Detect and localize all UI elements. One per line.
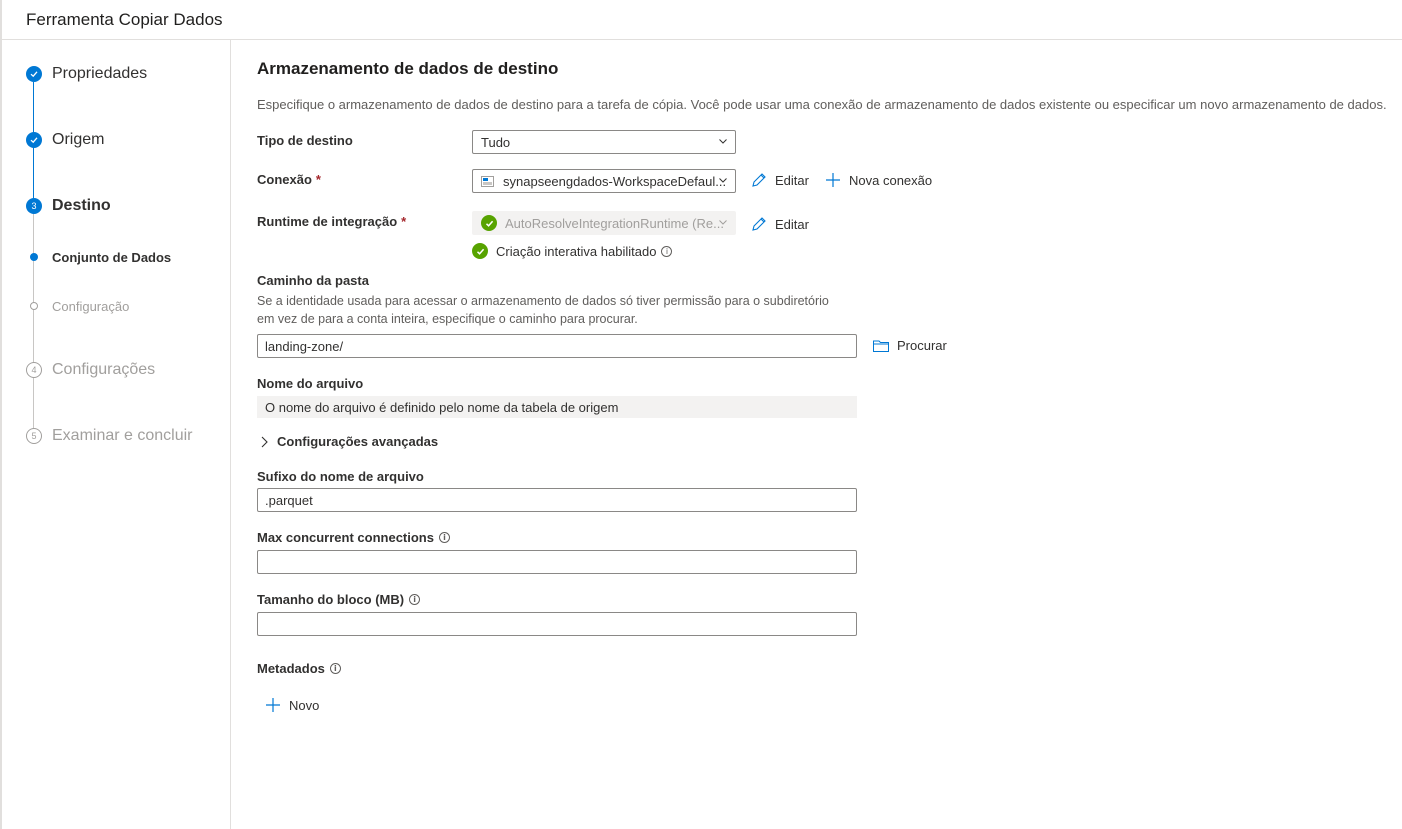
substep-configuracao[interactable]: Configuração	[2, 298, 231, 314]
tipo-destino-label: Tipo de destino	[257, 133, 353, 148]
nova-conexao-button[interactable]: Nova conexão	[825, 172, 932, 188]
nome-arquivo-label: Nome do arquivo	[257, 376, 364, 391]
page-description: Especifique o armazenamento de dados de …	[257, 97, 1387, 112]
caminho-help-line2: em vez de para a conta inteira, especifi…	[257, 312, 638, 326]
conexao-edit-button[interactable]: Editar	[751, 172, 809, 188]
caminho-label: Caminho da pasta	[257, 273, 369, 288]
runtime-dropdown: AutoResolveIntegrationRuntime (Re...	[472, 211, 736, 235]
step-destino[interactable]: 3 Destino	[2, 197, 231, 214]
runtime-label-text: Runtime de integração	[257, 214, 398, 229]
step-examinar[interactable]: 5 Examinar e concluir	[2, 427, 231, 444]
check-icon	[26, 132, 42, 148]
caminho-input[interactable]: landing-zone/	[257, 334, 857, 358]
caminho-help-line1: Se a identidade usada para acessar o arm…	[257, 294, 829, 308]
readonly-value: O nome do arquivo é definido pelo nome d…	[265, 399, 619, 415]
pencil-icon	[752, 217, 766, 231]
button-label: Procurar	[897, 338, 947, 353]
step-connector	[33, 206, 34, 438]
interactive-status: Criação interativa habilitado i	[472, 243, 673, 259]
chevron-down-icon	[719, 220, 727, 225]
dropdown-value: AutoResolveIntegrationRuntime (Re...	[505, 215, 724, 231]
configuracoes-avancadas-toggle[interactable]: Configurações avançadas	[260, 434, 438, 449]
nome-arquivo-readonly: O nome do arquivo é definido pelo nome d…	[257, 396, 857, 418]
tipo-destino-dropdown[interactable]: Tudo	[472, 130, 736, 154]
status-text: Criação interativa habilitado	[496, 243, 657, 259]
max-conn-label-text: Max concurrent connections	[257, 530, 434, 545]
plus-icon	[826, 173, 840, 187]
max-conn-input[interactable]	[257, 550, 857, 574]
required-marker: *	[315, 172, 321, 187]
plus-icon	[266, 698, 280, 712]
step-configuracoes[interactable]: 4 Configurações	[2, 361, 231, 378]
input-value: .parquet	[265, 492, 313, 508]
dropdown-value: Tudo	[481, 134, 511, 150]
sufixo-label: Sufixo do nome de arquivo	[257, 469, 424, 484]
step-label: Configurações	[52, 361, 156, 378]
step-label: Origem	[52, 131, 105, 148]
sufixo-input[interactable]: .parquet	[257, 488, 857, 512]
bloco-label-text: Tamanho do bloco (MB)	[257, 592, 405, 607]
toggle-label: Configurações avançadas	[277, 434, 439, 449]
check-circle-icon	[472, 243, 488, 259]
runtime-edit-button[interactable]: Editar	[751, 216, 809, 232]
header: Ferramenta Copiar Dados	[2, 0, 1402, 40]
substep-dot	[30, 253, 38, 261]
app-window: Ferramenta Copiar Dados Propriedades Ori…	[0, 0, 1402, 829]
step-number: 5	[26, 428, 42, 444]
step-label: Configuração	[52, 298, 130, 314]
conexao-dropdown[interactable]: synapseengdados-WorkspaceDefaul...	[472, 169, 736, 193]
info-icon[interactable]: i	[661, 245, 673, 257]
conexao-label: Conexão *	[257, 172, 321, 187]
step-label: Destino	[52, 197, 111, 214]
button-label: Nova conexão	[849, 172, 933, 188]
step-propriedades[interactable]: Propriedades	[2, 65, 231, 82]
step-label: Conjunto de Dados	[52, 249, 172, 265]
page-title: Armazenamento de dados de destino	[257, 59, 559, 78]
max-conn-label: Max concurrent connections i	[257, 530, 450, 545]
substep-conjunto-dados[interactable]: Conjunto de Dados	[2, 249, 231, 265]
chevron-down-icon	[719, 139, 727, 144]
bloco-label: Tamanho do bloco (MB) i	[257, 592, 421, 607]
app-title: Ferramenta Copiar Dados	[26, 10, 223, 29]
metadados-label-text: Metadados	[257, 661, 325, 676]
pencil-icon	[752, 173, 766, 187]
info-icon[interactable]: i	[329, 663, 341, 674]
storage-icon	[481, 175, 494, 187]
step-number: 4	[26, 362, 42, 378]
chevron-right-icon	[261, 436, 268, 447]
button-label: Editar	[775, 172, 809, 188]
runtime-label: Runtime de integração *	[257, 214, 406, 229]
wizard-sidebar: Propriedades Origem 3 Destino Conjunto d…	[2, 40, 231, 829]
button-label: Editar	[775, 216, 809, 232]
dropdown-value: synapseengdados-WorkspaceDefaul...	[503, 173, 727, 189]
required-marker: *	[401, 214, 407, 229]
folder-icon	[873, 340, 889, 352]
check-icon	[26, 66, 42, 82]
check-circle-icon	[481, 215, 497, 231]
procurar-button[interactable]: Procurar	[873, 338, 947, 353]
input-value: landing-zone/	[265, 338, 344, 354]
step-number: 3	[26, 198, 42, 214]
conexao-label-text: Conexão	[257, 172, 312, 187]
bloco-input[interactable]	[257, 612, 857, 636]
info-icon[interactable]: i	[438, 532, 450, 543]
button-label: Novo	[289, 697, 320, 713]
main-panel: Armazenamento de dados de destino Especi…	[232, 40, 1402, 829]
chevron-down-icon	[719, 178, 727, 183]
step-origem[interactable]: Origem	[2, 131, 231, 148]
step-label: Examinar e concluir	[52, 427, 193, 444]
metadados-label: Metadados i	[257, 661, 341, 676]
step-label: Propriedades	[52, 65, 148, 82]
substep-dot	[30, 302, 38, 310]
metadados-novo-button[interactable]: Novo	[265, 697, 319, 713]
info-icon[interactable]: i	[409, 594, 421, 605]
